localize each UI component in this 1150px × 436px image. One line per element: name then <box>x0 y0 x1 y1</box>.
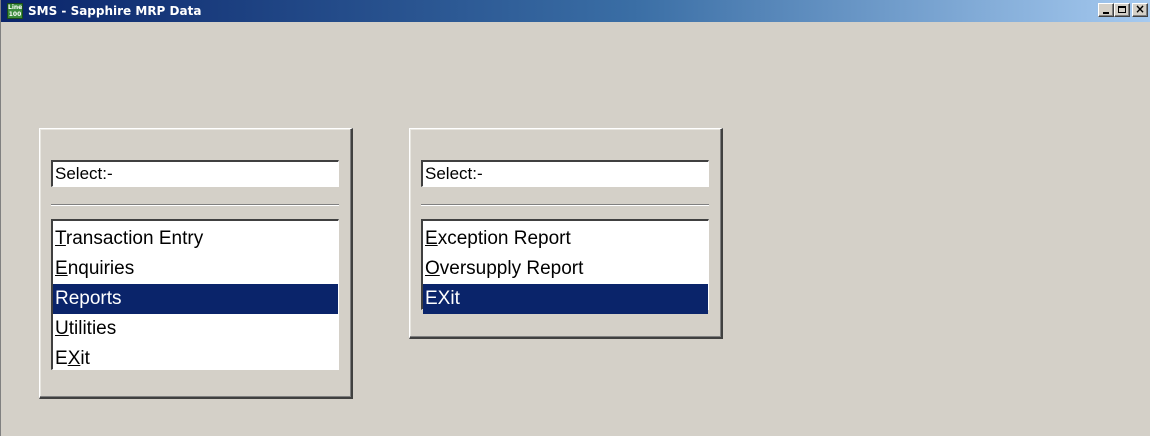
close-icon: × <box>1134 2 1146 16</box>
menu-item-label: EXit <box>425 288 460 309</box>
menu-item-label: it <box>80 348 90 369</box>
main-menu-panel: Select:- Transaction Entry Enquiries Rep… <box>39 128 353 399</box>
menu-item-exit[interactable]: EXit <box>53 344 338 374</box>
reports-menu-divider <box>421 204 709 206</box>
menu-item-hotkey: O <box>425 258 440 279</box>
menu-item-label: versupply Report <box>439 258 584 279</box>
window-title: SMS - Sapphire MRP Data <box>28 4 202 18</box>
app-icon-text-top: Line <box>8 4 23 11</box>
menu-item-label: tilities <box>68 318 117 339</box>
menu-item-utilities[interactable]: Utilities <box>53 314 338 344</box>
menu-item-reports[interactable]: Reports <box>53 284 338 314</box>
menu-item-oversupply-report[interactable]: Oversupply Report <box>423 254 708 284</box>
title-bar[interactable]: Line 100 SMS - Sapphire MRP Data × <box>1 0 1150 22</box>
menu-item-hotkey: E <box>425 228 438 249</box>
menu-item-transaction-entry[interactable]: Transaction Entry <box>53 224 338 254</box>
maximize-button[interactable] <box>1114 3 1130 17</box>
menu-item-hotkey: E <box>55 258 68 279</box>
maximize-icon <box>1118 6 1126 13</box>
menu-item-label-prefix: E <box>55 348 68 369</box>
menu-item-hotkey: T <box>55 228 66 249</box>
menu-item-label: Reports <box>55 288 122 309</box>
menu-item-enquiries[interactable]: Enquiries <box>53 254 338 284</box>
menu-item-label: ransaction Entry <box>65 228 204 249</box>
reports-menu-list[interactable]: Exception Report Oversupply Report EXit <box>421 219 709 314</box>
app-window: Line 100 SMS - Sapphire MRP Data × Selec… <box>0 0 1150 436</box>
menu-item-hotkey: X <box>67 348 81 369</box>
line-100-app-icon[interactable]: Line 100 <box>7 3 23 19</box>
menu-item-exception-report[interactable]: Exception Report <box>423 224 708 254</box>
minimize-button[interactable] <box>1098 3 1114 17</box>
reports-menu-select-field[interactable]: Select:- <box>421 160 709 187</box>
menu-item-label: nquiries <box>67 258 135 279</box>
minimize-icon <box>1103 12 1109 14</box>
app-icon-text-bottom: 100 <box>8 11 22 18</box>
reports-menu-panel: Select:- Exception Report Oversupply Rep… <box>409 128 723 339</box>
main-menu-divider <box>51 204 339 206</box>
menu-item-hotkey: U <box>55 318 69 339</box>
main-menu-select-field[interactable]: Select:- <box>51 160 339 187</box>
menu-item-label: xception Report <box>437 228 571 249</box>
menu-item-exit[interactable]: EXit <box>423 284 708 314</box>
main-menu-list[interactable]: Transaction Entry Enquiries Reports Util… <box>51 219 339 370</box>
close-button[interactable]: × <box>1132 2 1148 17</box>
